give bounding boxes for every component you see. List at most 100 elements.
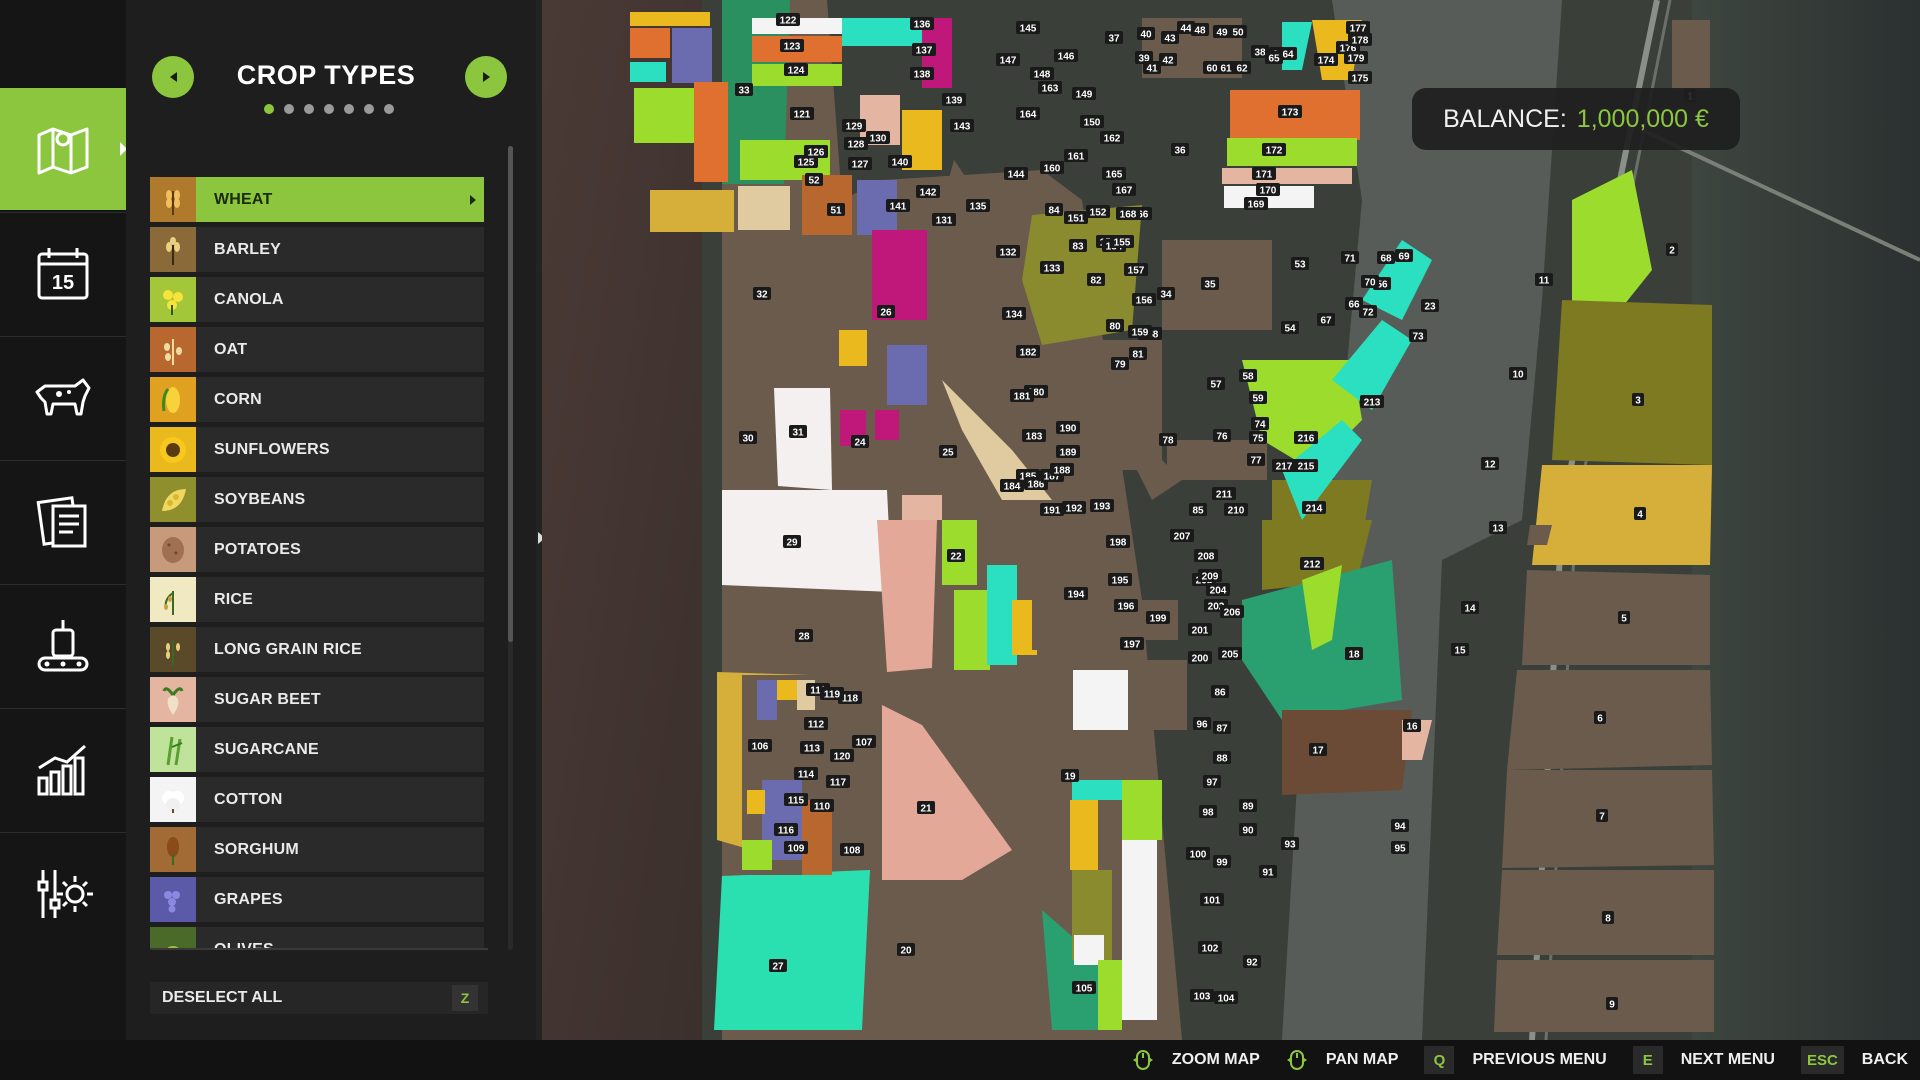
- crop-item-grapes[interactable]: GRAPES: [150, 877, 484, 922]
- crop-item-wheat[interactable]: WHEAT: [150, 177, 484, 222]
- field-shape[interactable]: [875, 410, 899, 440]
- field-number: 160: [1044, 164, 1061, 175]
- crop-item-potatoes[interactable]: POTATOES: [150, 527, 484, 572]
- field-shape[interactable]: [630, 62, 666, 82]
- field-shape[interactable]: [672, 28, 712, 83]
- hint-previous-menu[interactable]: Q PREVIOUS MENU: [1424, 1046, 1607, 1074]
- crop-item-rice[interactable]: RICE: [150, 577, 484, 622]
- canola-icon: [163, 289, 183, 315]
- crop-item-long-grain-rice[interactable]: LONG GRAIN RICE: [150, 627, 484, 672]
- crop-item-sugar-beet[interactable]: SUGAR BEET: [150, 677, 484, 722]
- field-shape[interactable]: [630, 12, 710, 26]
- field-shape[interactable]: [630, 28, 670, 58]
- field-shape[interactable]: [1073, 670, 1128, 730]
- field-shape[interactable]: [1122, 780, 1162, 840]
- crop-item-corn[interactable]: CORN: [150, 377, 484, 422]
- field-shape[interactable]: [1032, 610, 1077, 650]
- crop-item-barley[interactable]: BARLEY: [150, 227, 484, 272]
- rail-settings-tab[interactable]: [0, 832, 126, 954]
- page-dot[interactable]: [304, 104, 314, 114]
- field-number: 105: [1076, 984, 1093, 995]
- crop-item-soybeans[interactable]: SOYBEANS: [150, 477, 484, 522]
- field-shape[interactable]: [742, 840, 772, 870]
- field-shape[interactable]: [650, 190, 734, 232]
- map-icon: [37, 127, 89, 175]
- deselect-all-button[interactable]: DESELECT ALL Z: [150, 982, 488, 1014]
- oat-icon: [164, 338, 182, 365]
- field-number: 13: [1492, 524, 1504, 535]
- field-shape[interactable]: [902, 495, 942, 520]
- field-shape[interactable]: [1032, 550, 1067, 610]
- field-shape[interactable]: [1282, 710, 1412, 795]
- hint-next-menu[interactable]: E NEXT MENU: [1632, 1046, 1775, 1074]
- crop-label: WHEAT: [214, 190, 273, 208]
- crop-swatch: [150, 777, 196, 822]
- field-shape[interactable]: [757, 680, 777, 720]
- field-shape[interactable]: [774, 388, 832, 490]
- field-shape[interactable]: [1552, 300, 1712, 465]
- page-dot[interactable]: [384, 104, 394, 114]
- crop-item-sunflowers[interactable]: SUNFLOWERS: [150, 427, 484, 472]
- rail-calendar-tab[interactable]: 15: [0, 212, 126, 334]
- field-shape[interactable]: [1227, 138, 1357, 166]
- crop-item-sorghum[interactable]: SORGHUM: [150, 827, 484, 872]
- page-dot[interactable]: [344, 104, 354, 114]
- crop-label: SORGHUM: [214, 840, 299, 858]
- crop-swatch: [150, 227, 196, 272]
- field-shape[interactable]: [1072, 780, 1122, 800]
- field-shape[interactable]: [1522, 570, 1710, 665]
- field-shape[interactable]: [1532, 465, 1712, 565]
- field-shape[interactable]: [738, 186, 790, 230]
- rail-animals-tab[interactable]: [0, 336, 126, 458]
- hint-pan-map[interactable]: PAN MAP: [1286, 1049, 1398, 1071]
- field-number: 131: [936, 216, 953, 227]
- field-shape[interactable]: [877, 520, 937, 672]
- field-number: 9: [1609, 1000, 1615, 1011]
- field-shape[interactable]: [1122, 830, 1157, 1020]
- hint-zoom-map[interactable]: ZOOM MAP: [1132, 1049, 1260, 1071]
- page-dot[interactable]: [364, 104, 374, 114]
- rail-contracts-tab[interactable]: [0, 460, 126, 582]
- field-shape[interactable]: [839, 330, 867, 366]
- field-number: 181: [1014, 392, 1031, 403]
- field-shape[interactable]: [1672, 20, 1710, 90]
- field-shape[interactable]: [887, 345, 927, 405]
- field-shape[interactable]: [1098, 960, 1122, 1030]
- page-dot[interactable]: [284, 104, 294, 114]
- field-shape[interactable]: [777, 680, 797, 700]
- field-number: 150: [1084, 118, 1101, 129]
- next-page-button[interactable]: [465, 56, 507, 98]
- field-number: 40: [1140, 30, 1152, 41]
- field-number: 130: [870, 134, 887, 145]
- field-shape[interactable]: [722, 490, 892, 592]
- field-shape[interactable]: [747, 790, 765, 814]
- field-shape[interactable]: [694, 82, 728, 182]
- field-shape[interactable]: [634, 88, 694, 143]
- crop-item-sugarcane[interactable]: SUGARCANE: [150, 727, 484, 772]
- field-shape[interactable]: [1070, 800, 1098, 870]
- field-number: 69: [1398, 252, 1410, 263]
- page-dot[interactable]: [264, 104, 274, 114]
- rail-map-tab[interactable]: [0, 88, 127, 210]
- crop-item-oat[interactable]: OAT: [150, 327, 484, 372]
- field-shape[interactable]: [1147, 660, 1187, 730]
- calendar-icon: 15: [37, 247, 89, 299]
- crop-item-olives[interactable]: OLIVES: [150, 927, 484, 950]
- field-shape[interactable]: [714, 870, 870, 1030]
- page-dot[interactable]: [324, 104, 334, 114]
- crop-item-canola[interactable]: CANOLA: [150, 277, 484, 322]
- crop-item-cotton[interactable]: COTTON: [150, 777, 484, 822]
- ingame-map[interactable]: 1234567891011121314151617181920212223242…: [542, 0, 1920, 1040]
- field-number: 156: [1136, 296, 1153, 307]
- scrollbar-thumb[interactable]: [508, 146, 513, 642]
- field-shape[interactable]: [1222, 168, 1352, 184]
- hint-back[interactable]: ESC BACK: [1800, 1046, 1908, 1074]
- rail-production-tab[interactable]: [0, 584, 126, 706]
- field-number: 5: [1621, 614, 1627, 625]
- field-shape[interactable]: [954, 590, 990, 670]
- rail-statistics-tab[interactable]: [0, 708, 126, 830]
- map-canvas[interactable]: 1234567891011121314151617181920212223242…: [542, 0, 1920, 1040]
- field-shape[interactable]: [1494, 960, 1714, 1032]
- field-shape[interactable]: [1507, 670, 1712, 770]
- field-number: 25: [942, 448, 954, 459]
